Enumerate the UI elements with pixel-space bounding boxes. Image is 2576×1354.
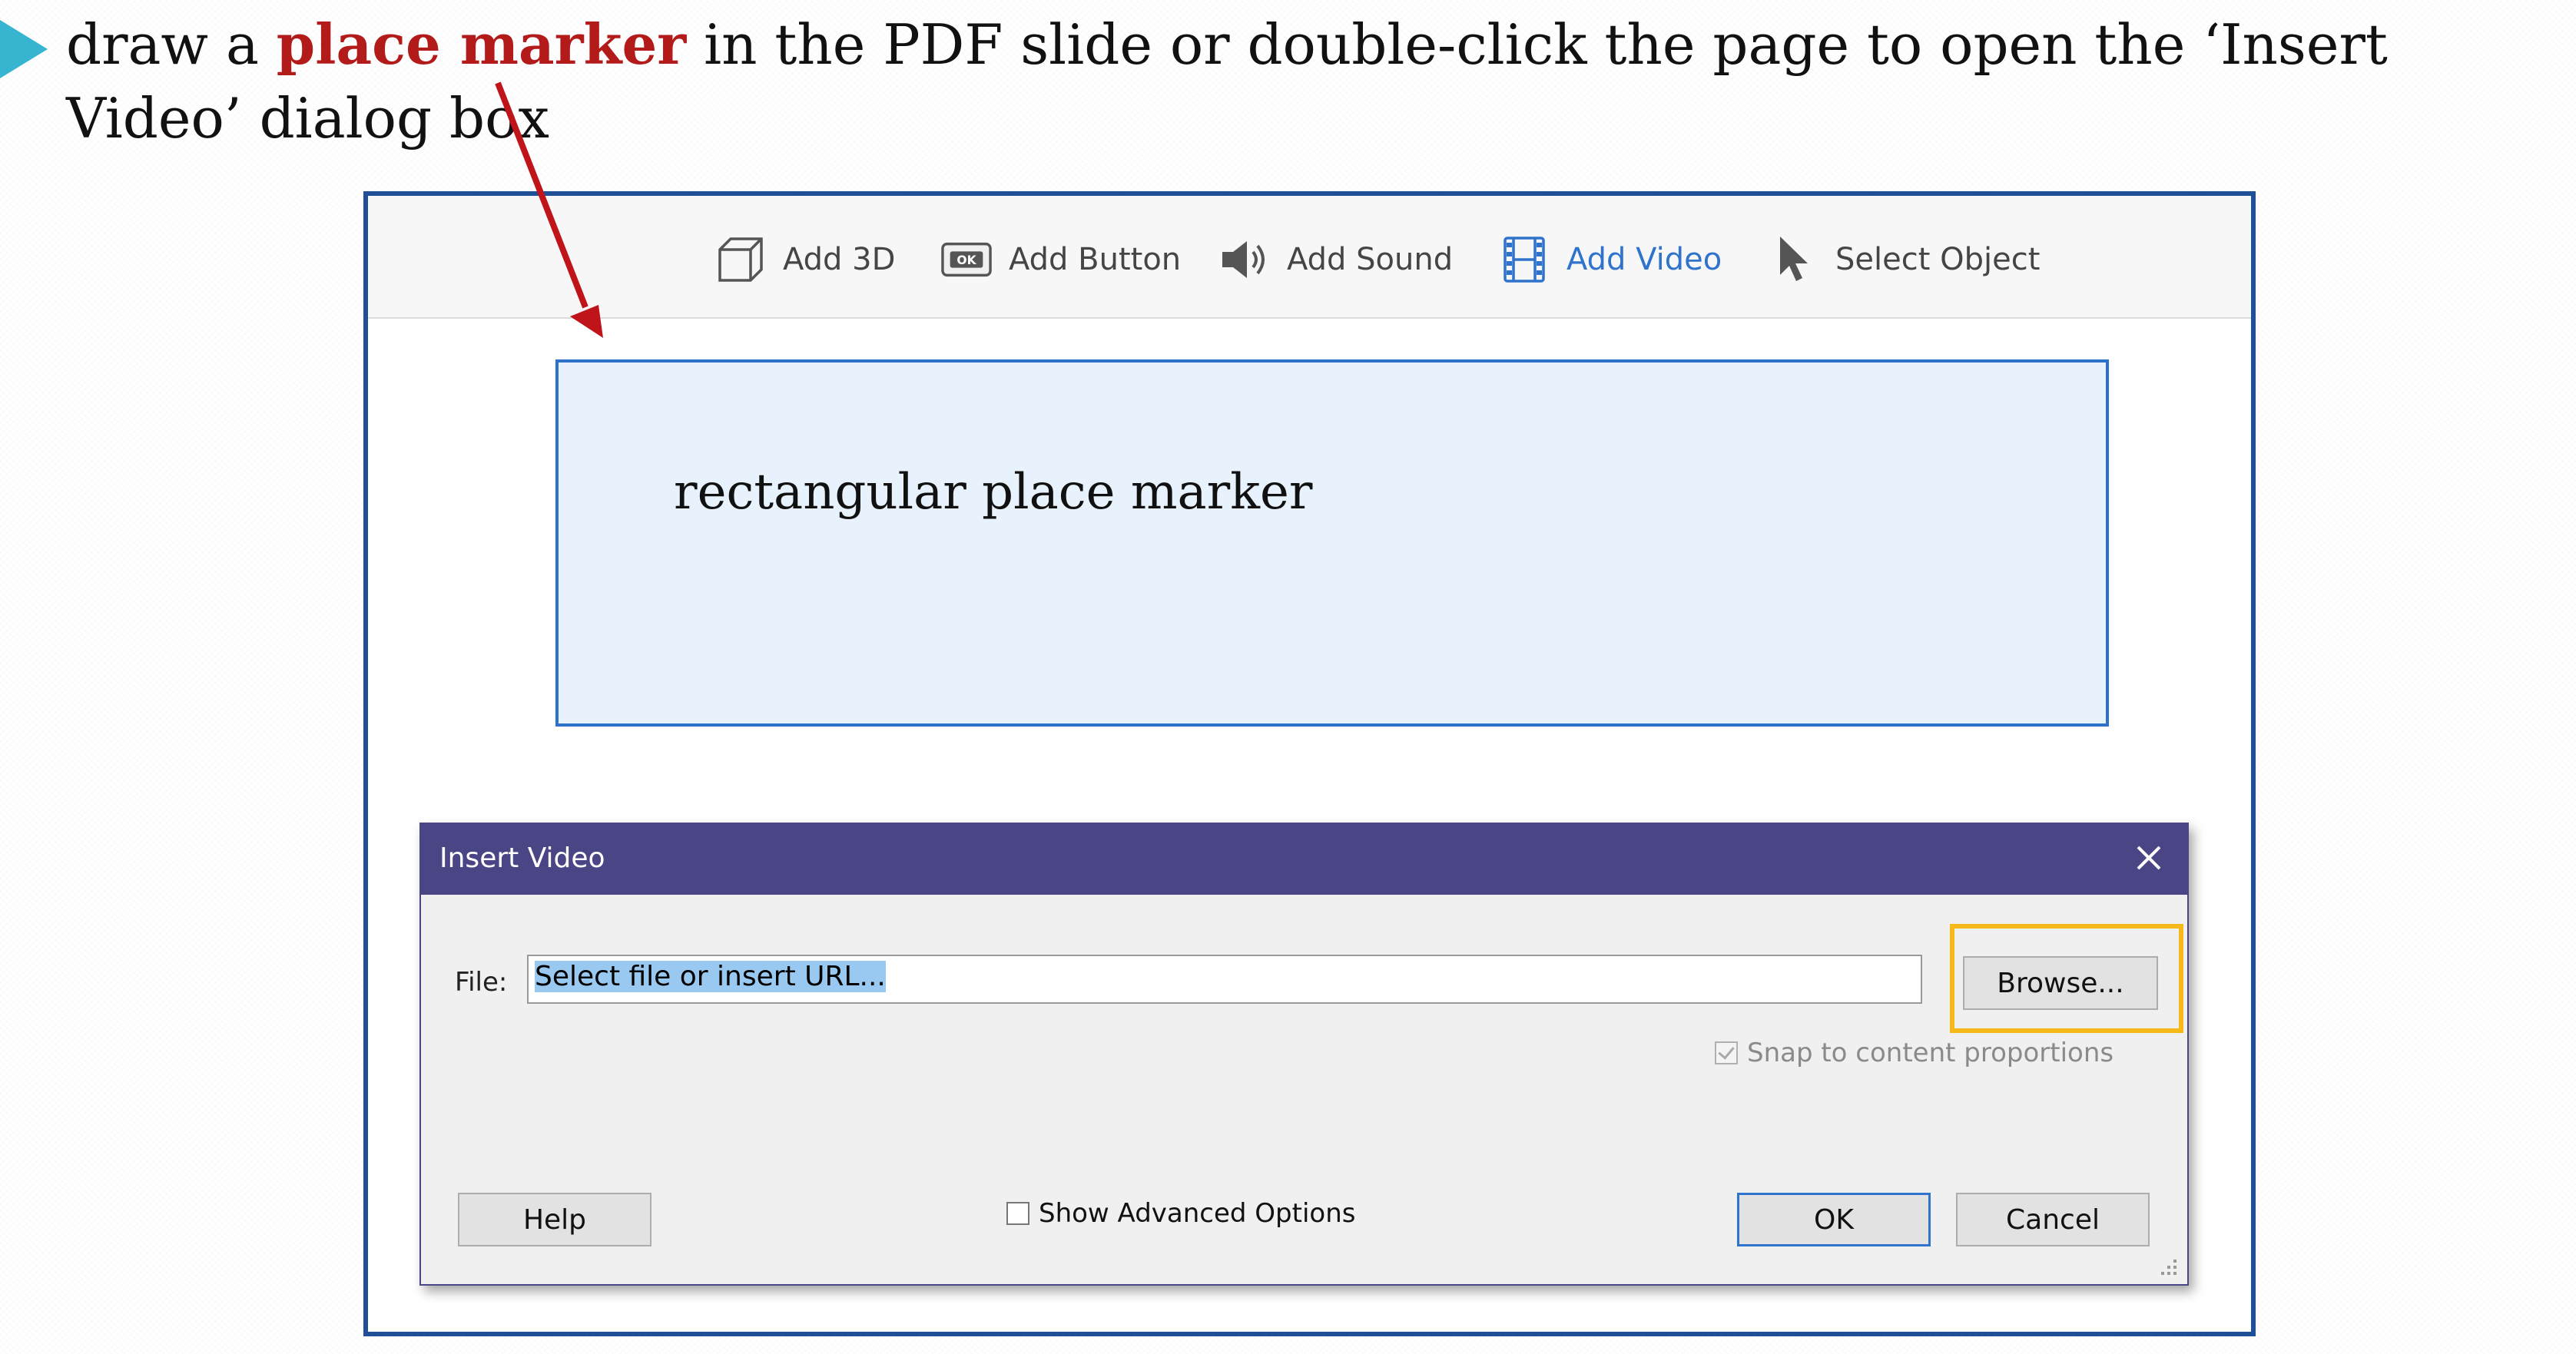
heading-text-before: draw a <box>66 12 277 77</box>
place-marker-rectangle[interactable]: rectangular place marker <box>555 359 2109 727</box>
pointer-icon <box>1768 234 1818 285</box>
advanced-label: Show Advanced Options <box>1039 1198 1356 1229</box>
select-object-label: Select Object <box>1835 242 2041 277</box>
select-object-tool[interactable]: Select Object <box>1768 233 2040 286</box>
snap-to-content-option[interactable]: Snap to content proportions <box>1715 1038 2114 1068</box>
add-button-tool[interactable]: OK Add Button <box>941 233 1181 286</box>
add-video-tool[interactable]: Add Video <box>1499 233 1722 286</box>
ok-button-icon: OK <box>941 234 992 285</box>
add-video-label: Add Video <box>1566 242 1722 277</box>
add-button-label: Add Button <box>1009 242 1182 277</box>
close-icon[interactable] <box>2127 836 2170 879</box>
cube-icon <box>715 234 766 285</box>
heading-emphasis: place marker <box>276 12 687 77</box>
show-advanced-option[interactable]: Show Advanced Options <box>1006 1198 1355 1229</box>
ok-button[interactable]: OK <box>1737 1193 1931 1246</box>
speaker-icon <box>1219 234 1270 285</box>
screenshot-frame: Add 3D OK Add Button Add Sound Add Video… <box>363 191 2256 1336</box>
rich-media-toolbar: Add 3D OK Add Button Add Sound Add Video… <box>368 196 2251 319</box>
add-sound-label: Add Sound <box>1287 242 1454 277</box>
add-3d-tool[interactable]: Add 3D <box>715 233 895 286</box>
place-marker-label: rectangular place marker <box>674 464 1313 521</box>
svg-text:OK: OK <box>956 253 976 267</box>
snap-label: Snap to content proportions <box>1747 1038 2114 1068</box>
dialog-title-bar[interactable]: Insert Video <box>421 824 2187 895</box>
file-label: File: <box>455 967 508 998</box>
help-button[interactable]: Help <box>458 1193 651 1246</box>
advanced-checkbox[interactable] <box>1006 1202 1029 1225</box>
file-input-value: Select file or insert URL... <box>535 961 886 992</box>
snap-checkbox[interactable] <box>1715 1041 1738 1064</box>
dialog-title: Insert Video <box>439 843 605 874</box>
cancel-button[interactable]: Cancel <box>1956 1193 2150 1246</box>
add-3d-label: Add 3D <box>783 242 896 277</box>
slide-heading: draw a place marker in the PDF slide or … <box>66 8 2571 155</box>
browse-button[interactable]: Browse... <box>1963 956 2158 1010</box>
film-icon <box>1499 234 1550 285</box>
add-sound-tool[interactable]: Add Sound <box>1219 233 1453 286</box>
bullet-icon <box>0 20 48 78</box>
file-input[interactable]: Select file or insert URL... <box>527 955 1922 1004</box>
resize-grip-icon[interactable] <box>2157 1255 2180 1278</box>
insert-video-dialog: Insert Video File: Select file or insert… <box>419 823 2189 1286</box>
